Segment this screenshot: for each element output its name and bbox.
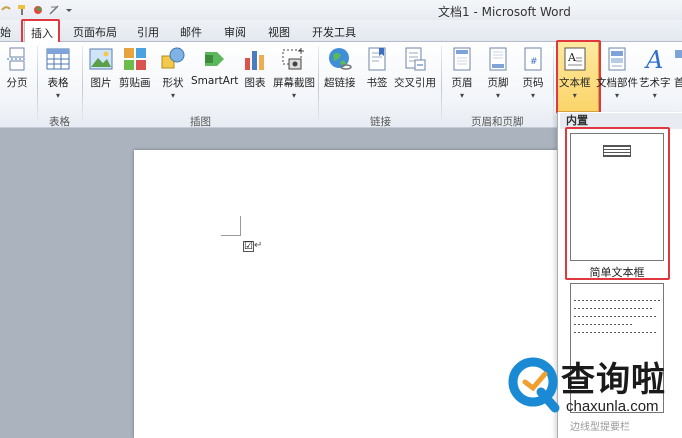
quick-parts-icon — [608, 47, 626, 71]
textbox-button[interactable]: A 文本框 ▾ — [559, 46, 591, 100]
hyperlink-button[interactable]: 超链接 — [324, 46, 356, 90]
watermark-brand: 查询啦 — [561, 360, 666, 400]
shapes-button[interactable]: 形状 ▾ — [160, 46, 186, 100]
tab-developer[interactable]: 开发工具 — [312, 24, 356, 40]
svg-text:#: # — [530, 57, 538, 67]
page-break-button[interactable]: 分页 — [4, 46, 30, 90]
separator — [318, 46, 319, 124]
preview-line — [574, 316, 658, 317]
picture-icon — [89, 48, 113, 70]
textbox-icon: A — [564, 47, 586, 71]
wordart-button[interactable]: A 艺术字 ▾ — [639, 46, 671, 100]
tab-view[interactable]: 视图 — [268, 24, 290, 40]
checkbox-control[interactable]: ☑ — [243, 241, 254, 252]
footer-button[interactable]: 页脚 ▾ — [485, 46, 511, 100]
chart-button[interactable]: 图表 — [242, 46, 268, 90]
tab-review[interactable]: 审阅 — [224, 24, 246, 40]
header-button[interactable]: 页眉 ▾ — [449, 46, 475, 100]
preview-line — [574, 308, 654, 309]
picture-button[interactable]: 图片 — [88, 46, 114, 90]
shapes-icon — [161, 47, 185, 69]
ribbon-tabs: 始 插入 页面布局 引用 邮件 审阅 视图 开发工具 — [0, 20, 682, 43]
watermark-url: chaxunla.com — [566, 398, 659, 415]
quick-parts-button[interactable]: 文档部件 ▾ — [596, 46, 638, 100]
gallery-section-builtin: 内置 — [560, 113, 682, 129]
page-break-icon — [7, 47, 27, 71]
tab-references[interactable]: 引用 — [137, 24, 159, 40]
tab-mailings[interactable]: 邮件 — [180, 24, 202, 40]
footer-icon — [489, 47, 507, 71]
svg-text:A: A — [644, 46, 663, 72]
header-icon — [453, 47, 471, 71]
svg-text:A: A — [567, 51, 577, 64]
undo-icon[interactable] — [0, 4, 12, 16]
dropcap-button[interactable]: 首 — [674, 46, 682, 90]
wordart-icon: A — [644, 46, 663, 72]
format-painter-icon[interactable] — [16, 4, 28, 16]
clipart-icon — [123, 48, 146, 70]
page-number-icon: # — [524, 47, 542, 71]
smartart-button[interactable]: SmartArt — [191, 46, 238, 87]
watermark-logo-icon — [508, 357, 560, 413]
textbox-preview-lines — [603, 145, 631, 157]
clear-format-icon[interactable] — [48, 4, 60, 16]
group-label-illustrations: 插图 — [190, 116, 211, 128]
clipart-button[interactable]: 剪贴画 — [119, 46, 151, 90]
color-icon[interactable] — [32, 4, 44, 16]
title-bar: 文档1 - Microsoft Word — [0, 0, 682, 20]
smartart-icon — [204, 52, 224, 66]
sidebar-textbox-label: 边线型提要栏 — [570, 422, 630, 433]
table-icon — [46, 48, 70, 70]
dropcap-icon — [675, 50, 682, 58]
cross-reference-icon — [405, 47, 426, 71]
separator — [37, 46, 38, 124]
window-title: 文档1 - Microsoft Word — [438, 5, 571, 19]
bookmark-button[interactable]: 书签 — [364, 46, 390, 90]
simple-textbox-label: 简单文本框 — [589, 266, 645, 279]
group-label-header-footer: 页眉和页脚 — [471, 116, 524, 128]
separator — [441, 46, 442, 124]
page-number-button[interactable]: # 页码 ▾ — [520, 46, 546, 100]
tab-start[interactable]: 始 — [0, 24, 11, 40]
separator — [82, 46, 83, 124]
tab-insert[interactable]: 插入 — [24, 20, 60, 43]
screenshot-button[interactable]: 屏幕截图 ▾ — [273, 46, 315, 100]
screenshot-icon — [282, 48, 304, 70]
tab-page-layout[interactable]: 页面布局 — [73, 24, 117, 40]
globe-link-icon — [328, 48, 352, 70]
preview-line — [574, 324, 634, 325]
document-page[interactable] — [134, 150, 564, 438]
bookmark-icon — [368, 47, 386, 71]
preview-line — [574, 300, 660, 301]
margin-crop-mark — [221, 216, 241, 236]
group-label-links: 链接 — [370, 116, 391, 128]
separator — [553, 46, 554, 124]
paragraph-mark: ↵ — [254, 240, 263, 251]
group-label-tables: 表格 — [49, 116, 70, 128]
customize-toolbar-icon[interactable] — [64, 4, 76, 16]
chart-icon — [245, 51, 264, 70]
table-button[interactable]: 表格 ▾ — [45, 46, 71, 100]
cross-reference-button[interactable]: 交叉引用 — [394, 46, 436, 90]
preview-line — [574, 332, 656, 333]
quick-access-toolbar — [0, 2, 76, 18]
